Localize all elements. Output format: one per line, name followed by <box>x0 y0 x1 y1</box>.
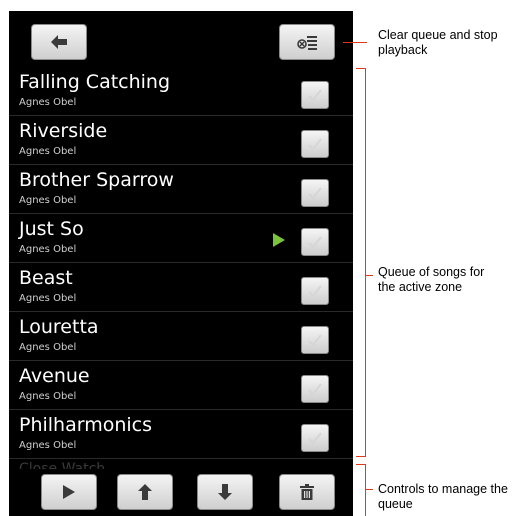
song-checkbox[interactable] <box>301 130 329 158</box>
checkmark-icon <box>308 334 322 347</box>
song-checkbox[interactable] <box>301 424 329 452</box>
checkmark-icon <box>308 236 322 249</box>
play-icon <box>63 485 75 499</box>
clear-callout-line <box>343 42 367 43</box>
song-artist: Agnes Obel <box>19 146 77 157</box>
queue-row[interactable]: Avenue Agnes Obel <box>9 361 353 410</box>
checkmark-icon <box>308 383 322 396</box>
checkmark-icon <box>308 285 322 298</box>
song-artist: Agnes Obel <box>19 342 77 353</box>
play-button[interactable] <box>41 474 97 510</box>
song-title: Philharmonics <box>19 414 153 436</box>
top-toolbar <box>9 11 353 63</box>
annotation-controls: Controls to manage the queue <box>378 482 508 511</box>
song-title: Just So <box>19 218 84 240</box>
queue-row[interactable]: Falling Catching Agnes Obel <box>9 67 353 116</box>
song-artist: Agnes Obel <box>19 391 77 402</box>
clear-queue-button[interactable] <box>279 24 335 60</box>
song-title: Riverside <box>19 120 108 142</box>
queue-row[interactable]: Riverside Agnes Obel <box>9 116 353 165</box>
queue-row[interactable]: Louretta Agnes Obel <box>9 312 353 361</box>
song-checkbox[interactable] <box>301 375 329 403</box>
song-checkbox[interactable] <box>301 326 329 354</box>
song-artist: Agnes Obel <box>19 97 77 108</box>
queue-row[interactable]: Just So Agnes Obel <box>9 214 353 263</box>
song-checkbox[interactable] <box>301 179 329 207</box>
move-down-button[interactable] <box>197 474 253 510</box>
up-arrow-icon <box>138 484 152 500</box>
song-title: Louretta <box>19 316 99 338</box>
move-up-button[interactable] <box>117 474 173 510</box>
controls-bracket-vertical <box>365 464 366 516</box>
song-queue-list: Falling Catching Agnes Obel Riverside Agnes… <box>9 67 353 469</box>
song-artist: Agnes Obel <box>19 195 77 206</box>
down-arrow-icon <box>218 484 232 500</box>
queue-row[interactable]: Beast Agnes Obel <box>9 263 353 312</box>
checkmark-icon <box>308 138 322 151</box>
queue-row[interactable]: Brother Sparrow Agnes Obel <box>9 165 353 214</box>
controls-callout-line <box>365 489 373 490</box>
song-title: Brother Sparrow <box>19 169 174 191</box>
clear-queue-icon <box>297 36 317 50</box>
queue-callout-line <box>365 275 373 276</box>
checkmark-icon <box>308 432 322 445</box>
checkmark-icon <box>308 187 322 200</box>
song-title: Falling Catching <box>19 71 171 93</box>
annotation-queue: Queue of songs for the active zone <box>378 265 485 294</box>
trash-icon <box>300 484 314 500</box>
delete-button[interactable] <box>279 474 335 510</box>
song-checkbox[interactable] <box>301 228 329 256</box>
song-title: Avenue <box>19 365 90 387</box>
phone-screen: Falling Catching Agnes Obel Riverside Agnes… <box>9 11 353 516</box>
left-arrow-icon <box>51 35 67 49</box>
song-title: Beast <box>19 267 73 289</box>
song-artist: Agnes Obel <box>19 440 77 451</box>
queue-controls-bar <box>9 469 353 516</box>
annotation-clear: Clear queue and stop playback <box>378 28 498 57</box>
now-playing-icon <box>273 233 285 247</box>
checkmark-icon <box>308 89 322 102</box>
song-artist: Agnes Obel <box>19 293 77 304</box>
queue-row[interactable]: Philharmonics Agnes Obel <box>9 410 353 459</box>
queue-bracket-bottom <box>356 456 366 457</box>
song-artist: Agnes Obel <box>19 244 77 255</box>
back-button[interactable] <box>31 24 87 60</box>
song-checkbox[interactable] <box>301 81 329 109</box>
queue-bracket-vertical <box>365 68 366 457</box>
song-checkbox[interactable] <box>301 277 329 305</box>
